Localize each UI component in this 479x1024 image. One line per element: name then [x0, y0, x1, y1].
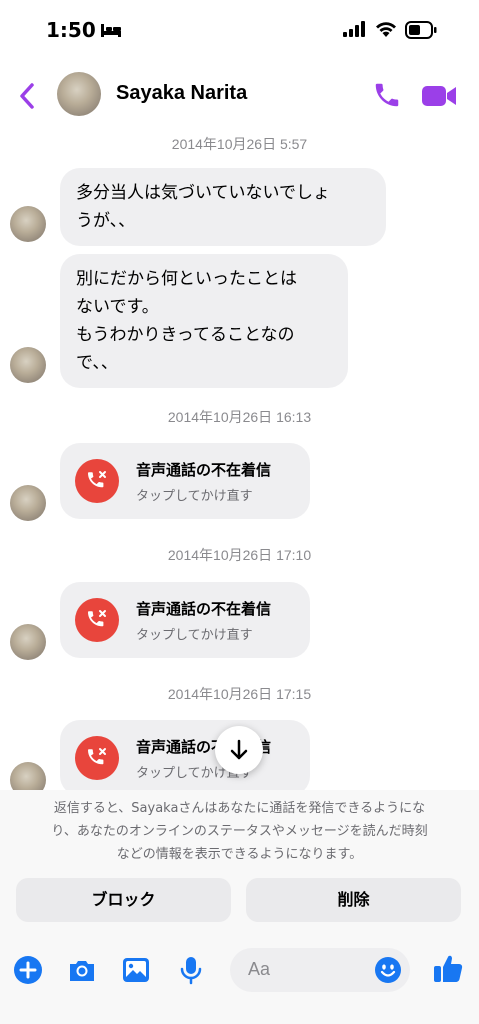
message-timestamp: 2014年10月26日 17:15 [167, 686, 312, 702]
camera-icon[interactable] [67, 955, 97, 985]
arrow-down-icon [230, 739, 248, 760]
battery-icon [405, 21, 437, 39]
message-line: ないです。 [76, 297, 159, 317]
message-timestamp: 2014年10月26日 16:13 [167, 409, 312, 425]
phone-icon[interactable] [372, 80, 402, 110]
sleep-focus-icon [101, 24, 121, 37]
missed-call-card[interactable]: 音声通話の不在着信 タップしてかけ直す [60, 443, 310, 519]
missed-call-icon [75, 459, 119, 503]
message-line: もうわかりきってることなの [76, 325, 295, 345]
wifi-icon [376, 22, 396, 37]
block-button[interactable]: ブロック [16, 878, 231, 922]
sender-avatar [10, 206, 46, 242]
thumbs-up-icon[interactable] [432, 952, 464, 984]
message-bubble[interactable]: 別にだから何といったことは ないです。 もうわかりきってることなの で、、 [60, 254, 348, 388]
notice-line: などの情報を表示できるようになります。 [116, 847, 363, 862]
plus-icon[interactable] [13, 955, 43, 985]
reply-permission-notice: 返信すると、Sayakaさんはあなたに通話を発信できるようにな り、あなたのオン… [18, 797, 461, 866]
contact-avatar[interactable] [57, 72, 101, 116]
missed-call-card[interactable]: 音声通話の不在着信 タップしてかけ直す [60, 582, 310, 658]
cellular-signal-icon [343, 21, 365, 37]
notice-line: 返信すると、Sayakaさんはあなたに通話を発信できるようにな [53, 801, 426, 816]
message-line: 別にだから何といったことは [76, 269, 297, 289]
back-chevron-icon[interactable] [14, 80, 40, 112]
emoji-icon[interactable] [374, 956, 402, 984]
notice-line: り、あなたのオンラインのステータスやメッセージを読んだ時刻 [51, 824, 428, 839]
missed-call-icon [75, 736, 119, 780]
message-line: で、、 [76, 353, 118, 373]
status-bar: 1:50 [0, 0, 479, 60]
message-line: 多分当人は気づいていないでしょ [76, 183, 330, 203]
scroll-to-bottom-button[interactable] [215, 726, 263, 774]
missed-call-title: 音声通話の不在着信 [136, 461, 272, 479]
status-time: 1:50 [46, 18, 96, 42]
image-icon[interactable] [121, 955, 151, 985]
sender-avatar [10, 347, 46, 383]
sender-avatar [10, 485, 46, 521]
message-input[interactable]: Aa [230, 948, 410, 992]
message-bubble[interactable]: 多分当人は気づいていないでしょ うが、、 [60, 168, 386, 246]
missed-call-subtitle: タップしてかけ直す [136, 628, 253, 643]
message-input-placeholder: Aa [248, 959, 271, 979]
message-timestamp: 2014年10月26日 17:10 [167, 547, 312, 563]
delete-button[interactable]: 削除 [246, 878, 461, 922]
video-camera-icon[interactable] [420, 82, 458, 110]
conversation-header: Sayaka Narita [0, 62, 479, 126]
message-line: うが、、 [76, 211, 136, 231]
missed-call-title: 音声通話の不在着信 [136, 600, 272, 618]
sender-avatar [10, 624, 46, 660]
missed-call-subtitle: タップしてかけ直す [136, 489, 253, 504]
contact-name[interactable]: Sayaka Narita [116, 82, 247, 105]
microphone-icon[interactable] [176, 955, 206, 985]
message-timestamp: 2014年10月26日 5:57 [171, 136, 308, 152]
missed-call-icon [75, 598, 119, 642]
missed-call-card[interactable]: 音声通話の不在着信 タップしてかけ直す [60, 720, 310, 796]
